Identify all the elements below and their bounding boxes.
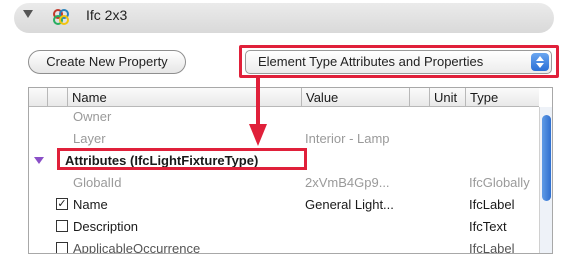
property-type-popup[interactable]: Element Type Attributes and Properties xyxy=(245,50,552,74)
row-name: GlobalId xyxy=(73,175,122,190)
row-type: IfcText xyxy=(469,219,507,234)
disclosure-triangle-icon[interactable] xyxy=(23,10,33,18)
row-value[interactable]: General Light... xyxy=(305,195,425,214)
popup-selected-label: Element Type Attributes and Properties xyxy=(258,54,484,69)
row-checkbox[interactable]: ✓ xyxy=(56,198,68,210)
scrollbar-thumb[interactable] xyxy=(542,115,551,201)
row-checkbox[interactable] xyxy=(56,220,68,232)
row-name: ApplicableOccurrence xyxy=(73,241,201,254)
column-header-name[interactable]: Name xyxy=(67,88,301,107)
column-header-value[interactable]: Value xyxy=(301,88,409,107)
annotation-arrow-head-icon xyxy=(249,124,267,146)
row-type: IfcGlobally xyxy=(469,175,530,190)
create-new-property-button[interactable]: Create New Property xyxy=(28,50,186,74)
ifc-logo-icon xyxy=(53,9,69,25)
table-row[interactable]: ApplicableOccurrence IfcLabel xyxy=(29,239,539,254)
table-row[interactable]: Layer Interior - Lamp xyxy=(29,129,539,148)
popup-arrows-icon[interactable] xyxy=(531,53,549,71)
annotation-arrow xyxy=(256,78,260,126)
row-type: IfcLabel xyxy=(469,197,515,212)
row-value: Interior - Lamp xyxy=(305,131,390,146)
table-row-group[interactable]: Attributes (IfcLightFixtureType) xyxy=(29,151,539,170)
column-header-type[interactable]: Type xyxy=(465,88,539,107)
row-name: Description xyxy=(73,219,139,234)
vertical-scrollbar[interactable] xyxy=(539,107,552,253)
row-checkbox[interactable] xyxy=(56,242,68,253)
row-type: IfcLabel xyxy=(469,241,515,254)
table-row[interactable]: Description IfcText xyxy=(29,217,539,236)
table-row[interactable]: ✓ Name General Light... IfcLabel xyxy=(29,195,539,214)
title-text: Ifc 2x3 xyxy=(86,7,128,23)
table-header: Name Value Unit Type xyxy=(29,88,539,107)
column-header-unit[interactable]: Unit xyxy=(429,88,465,107)
table-row[interactable]: Owner xyxy=(29,107,539,126)
row-name: Name xyxy=(73,197,108,212)
properties-table: Name Value Unit Type Owner Layer Interio… xyxy=(28,87,553,254)
table-row[interactable]: GlobalId 2xVmB4Gp9... IfcGlobally xyxy=(29,173,539,192)
group-disclosure-icon[interactable] xyxy=(34,157,44,164)
header-spacer xyxy=(29,88,47,107)
header-check xyxy=(47,88,67,107)
row-value: 2xVmB4Gp9... xyxy=(305,175,390,190)
group-name: Attributes (IfcLightFixtureType) xyxy=(65,153,259,168)
header-spacer-2 xyxy=(409,88,429,107)
